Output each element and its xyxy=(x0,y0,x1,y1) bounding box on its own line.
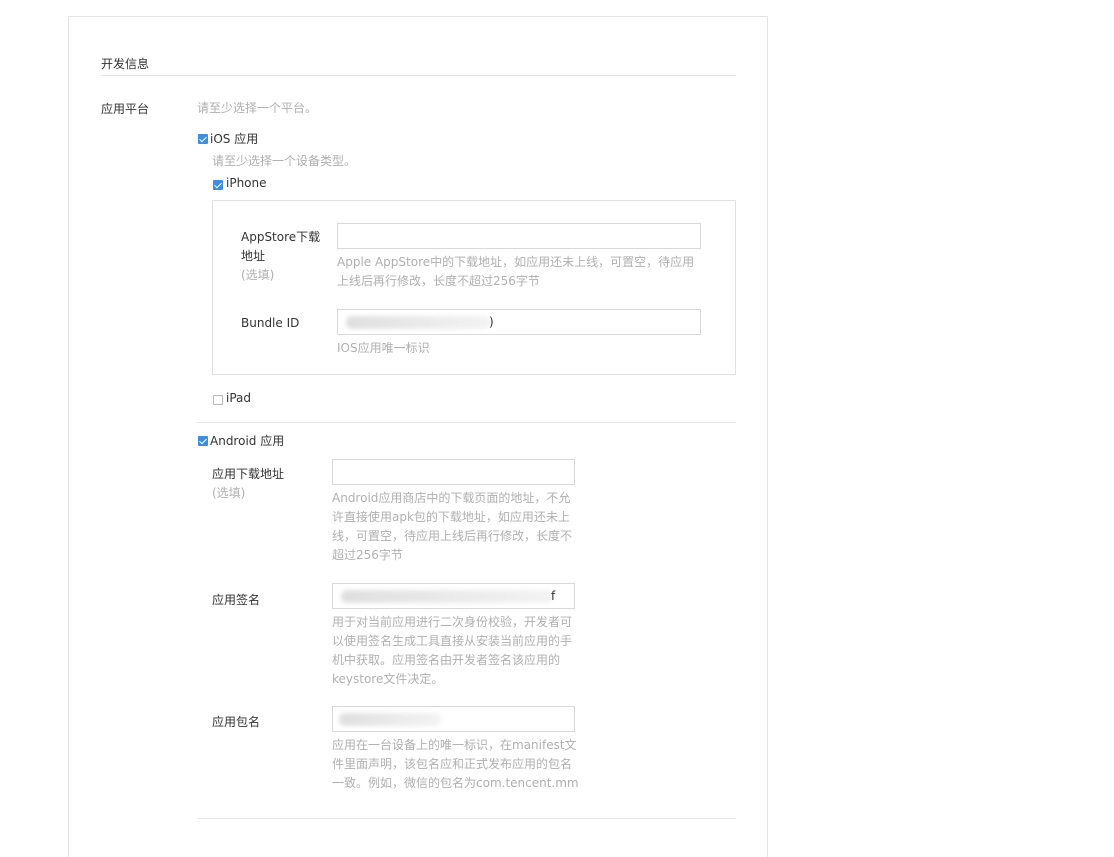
signature-hint: 用于对当前应用进行二次身份校验，开发者可 以使用签名生成工具直接从安装当前应用的… xyxy=(332,615,573,686)
section-divider xyxy=(101,75,736,76)
platform-label: 应用平台 xyxy=(101,102,150,116)
redacted-value xyxy=(341,590,553,603)
iphone-label[interactable]: iPhone xyxy=(226,176,267,190)
bundle-id-input[interactable]: ) xyxy=(337,309,701,335)
bundle-id-value-tail: ) xyxy=(489,315,494,329)
redacted-value xyxy=(346,316,491,329)
ipad-checkbox[interactable] xyxy=(213,395,223,405)
appstore-hint: Apple AppStore中的下载地址，如应用还未上线，可置空，待应用 上线后… xyxy=(337,255,695,288)
ios-checkbox[interactable] xyxy=(198,134,208,144)
appstore-url-input[interactable] xyxy=(337,223,701,249)
package-label: 应用包名 xyxy=(212,715,261,729)
platform-divider xyxy=(197,422,736,423)
bundle-id-hint: IOS应用唯一标识 xyxy=(337,341,430,355)
iphone-checkbox[interactable] xyxy=(213,180,223,190)
appstore-label: AppStore下载 地址 (选填) xyxy=(241,230,321,282)
package-input[interactable] xyxy=(332,706,575,732)
iphone-settings-box: AppStore下载 地址 (选填) Apple AppStore中的下载地址，… xyxy=(212,200,736,375)
platform-hint: 请至少选择一个平台。 xyxy=(197,101,318,115)
signature-label: 应用签名 xyxy=(212,593,261,607)
bundle-id-label: Bundle ID xyxy=(241,316,300,330)
signature-value-tail: f xyxy=(551,589,556,603)
bottom-divider xyxy=(197,818,736,819)
android-download-label: 应用下载地址 (选填) xyxy=(212,467,285,500)
section-title: 开发信息 xyxy=(101,57,150,71)
package-hint: 应用在一台设备上的唯一标识，在manifest文 件里面声明，该包名应和正式发布… xyxy=(332,738,579,790)
ios-label[interactable]: iOS 应用 xyxy=(210,130,258,147)
signature-input[interactable]: f xyxy=(332,583,575,609)
android-checkbox[interactable] xyxy=(198,436,208,446)
ios-device-hint: 请至少选择一个设备类型。 xyxy=(212,154,357,168)
redacted-value xyxy=(339,713,441,726)
ipad-label[interactable]: iPad xyxy=(226,391,251,405)
android-label[interactable]: Android 应用 xyxy=(210,432,284,449)
android-download-input[interactable] xyxy=(332,459,575,485)
dev-info-panel: 开发信息 应用平台 请至少选择一个平台。 iOS 应用 请至少选择一个设备类型。… xyxy=(68,16,768,857)
android-download-hint: Android应用商店中的下载页面的地址，不允 许直接使用apk包的下载地址，如… xyxy=(332,491,573,562)
